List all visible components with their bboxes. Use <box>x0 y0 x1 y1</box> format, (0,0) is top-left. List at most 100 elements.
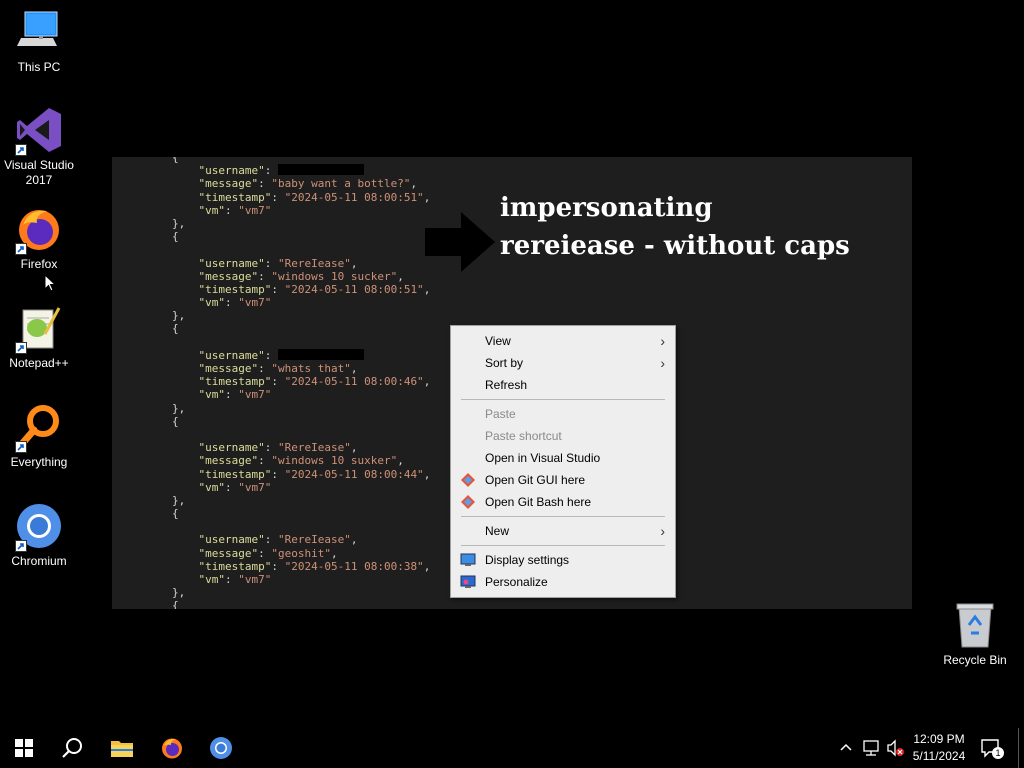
menu-separator <box>461 545 665 546</box>
menu-item-display-settings[interactable]: Display settings <box>451 549 675 571</box>
code-brace: { <box>172 599 179 609</box>
menu-item-paste[interactable]: Paste <box>451 403 675 425</box>
right-arrow-annotation-icon <box>425 212 495 272</box>
clock-time: 12:09 PM <box>913 732 965 746</box>
menu-item-new[interactable]: New › <box>451 520 675 542</box>
code-line: { <box>172 322 430 335</box>
desktop-icon-label: Notepad++ <box>9 356 69 370</box>
menu-item-open-git-bash[interactable]: Open Git Bash here <box>451 491 675 513</box>
code-line: "username": "RereIease", <box>198 256 358 270</box>
code-value: "baby want a bottle?" <box>271 177 411 191</box>
desktop-icon-label: This PC <box>17 60 61 74</box>
volume-muted-icon[interactable] <box>886 739 904 757</box>
menu-item-label: Personalize <box>485 575 548 589</box>
taskbar-file-explorer[interactable] <box>98 728 146 768</box>
code-value: "RereIease" <box>277 441 351 455</box>
code-value: "vm7" <box>238 573 272 586</box>
code-value: "vm7" <box>238 296 272 310</box>
shortcut-arrow-icon <box>15 540 27 552</box>
show-desktop-button[interactable] <box>1018 728 1024 768</box>
code-key: "username" <box>198 533 265 547</box>
taskbar-firefox[interactable] <box>148 728 196 768</box>
code-value: "2024-05-11 08:00:51" <box>284 282 424 296</box>
taskbar-chromium[interactable] <box>197 728 245 768</box>
code-key: "message" <box>198 362 259 375</box>
menu-item-label: Open Git Bash here <box>485 495 592 509</box>
code-value: "vm7" <box>238 388 272 402</box>
desktop-icon-this-pc[interactable]: This PC <box>0 8 78 75</box>
menu-item-sort-by[interactable]: Sort by › <box>451 352 675 374</box>
code-key: "message" <box>198 269 259 283</box>
desktop-context-menu: View › Sort by › Refresh Paste Paste sho… <box>450 325 676 598</box>
desktop-icon-recycle-bin[interactable]: Recycle Bin <box>936 601 1014 668</box>
code-line: "username": <box>172 348 430 362</box>
code-trailing-comma: , <box>410 177 418 191</box>
code-key: "vm" <box>198 388 226 402</box>
menu-item-refresh[interactable]: Refresh <box>451 374 675 396</box>
desktop-icon-everything[interactable]: Everything <box>0 403 78 470</box>
code-value: "2024-05-11 08:00:51" <box>284 190 424 204</box>
menu-item-paste-shortcut[interactable]: Paste shortcut <box>451 425 675 447</box>
code-trailing-comma: , <box>330 546 338 560</box>
menu-item-label: Refresh <box>485 378 528 392</box>
chromium-icon <box>15 502 63 552</box>
desktop-icon-notepad-plus-plus[interactable]: Notepad++ <box>0 304 78 371</box>
firefox-icon <box>15 205 63 255</box>
display-settings-icon <box>460 553 476 566</box>
menu-item-open-in-visual-studio[interactable]: Open in Visual Studio <box>451 447 675 469</box>
code-key: "vm" <box>198 296 226 310</box>
json-code-block: { "username": "message": "baby want a bo… <box>172 157 430 609</box>
code-line: "message": "whats that", <box>198 362 358 375</box>
code-line: "timestamp": "2024-05-11 08:00:46", <box>198 375 431 389</box>
code-brace: { <box>172 507 179 521</box>
code-line: }, <box>172 494 430 507</box>
code-line: "username": "RereIease", <box>198 441 358 455</box>
action-center-button[interactable]: 1 <box>980 737 1004 759</box>
code-line: }, <box>172 402 430 415</box>
code-value: "windows 10 sucker" <box>271 269 398 283</box>
menu-item-view[interactable]: View › <box>451 330 675 352</box>
code-trailing-comma: , <box>350 533 358 547</box>
annotation-line-1: impersonating <box>500 193 713 223</box>
code-line: }, <box>172 309 430 322</box>
shortcut-arrow-icon <box>15 342 27 354</box>
taskbar: 12:09 PM 5/11/2024 1 <box>0 728 1024 768</box>
code-value: "2024-05-11 08:00:44" <box>284 467 424 481</box>
code-key: "vm" <box>198 480 226 494</box>
code-key: "username" <box>198 348 265 362</box>
code-trailing-comma: , <box>397 269 404 283</box>
code-line: "vm": "vm7" <box>198 388 272 402</box>
desktop-icon-label: Recycle Bin <box>943 653 1007 667</box>
search-icon <box>62 738 82 758</box>
desktop-icon-visual-studio[interactable]: Visual Studio 2017 <box>0 106 78 188</box>
code-value: "RereIease" <box>277 533 351 547</box>
desktop-icon-firefox[interactable]: Firefox <box>0 205 78 272</box>
this-pc-icon <box>15 8 63 56</box>
windows-logo-icon <box>15 739 33 757</box>
code-line: "message": "windows 10 sucker", <box>198 269 404 283</box>
code-trailing-comma: , <box>350 441 358 455</box>
firefox-icon <box>162 738 182 759</box>
network-icon[interactable] <box>862 739 880 757</box>
code-key: "username" <box>198 441 265 455</box>
start-button[interactable] <box>0 728 48 768</box>
mouse-cursor-icon <box>44 274 56 292</box>
code-brace: }, <box>172 401 186 415</box>
code-value: "RereIease" <box>277 256 351 270</box>
desktop-icon-chromium[interactable]: Chromium <box>0 502 78 569</box>
system-clock[interactable]: 12:09 PM 5/11/2024 <box>906 731 972 765</box>
menu-item-open-git-gui[interactable]: Open Git GUI here <box>451 469 675 491</box>
menu-item-label: Open in Visual Studio <box>485 451 601 465</box>
menu-item-personalize[interactable]: Personalize <box>451 571 675 593</box>
chevron-up-icon[interactable] <box>840 742 852 752</box>
shortcut-arrow-icon <box>15 144 27 156</box>
code-line: "username": "RereIease", <box>198 533 358 547</box>
desktop-icon-label: Chromium <box>11 554 67 568</box>
code-line: "timestamp": "2024-05-11 08:00:44", <box>198 467 431 481</box>
search-button[interactable] <box>48 728 96 768</box>
git-icon <box>461 495 475 509</box>
folder-icon <box>111 741 133 757</box>
code-value: "2024-05-11 08:00:38" <box>284 559 424 573</box>
code-key: "vm" <box>198 203 226 217</box>
code-value: "windows 10 suxker" <box>271 454 398 468</box>
